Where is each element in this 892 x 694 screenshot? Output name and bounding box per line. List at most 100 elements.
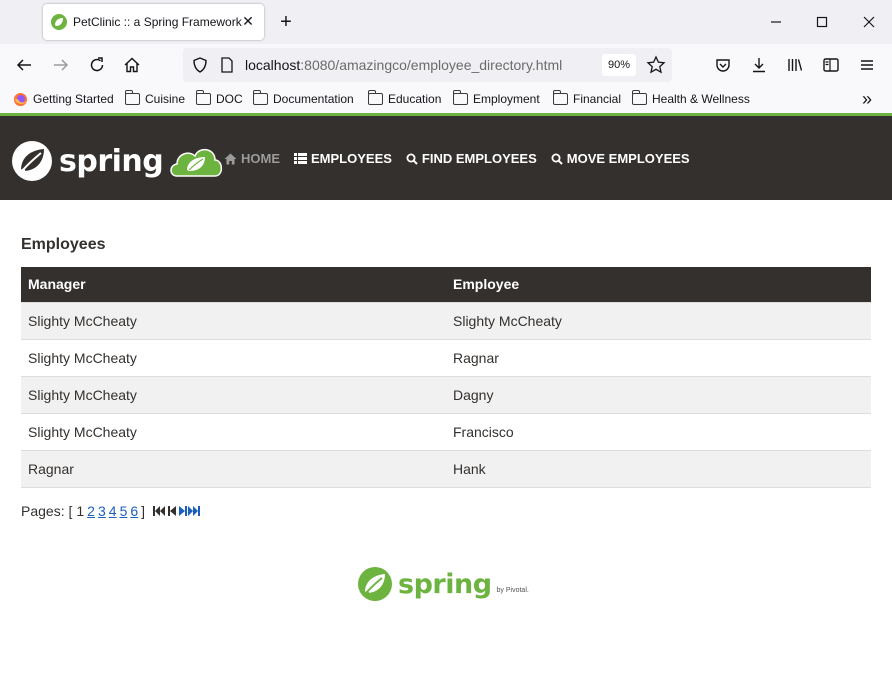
bookmark-label: Financial <box>573 92 622 106</box>
bookmark-documentation[interactable]: Documentation <box>253 90 354 108</box>
firefox-icon <box>13 92 28 107</box>
folder-icon <box>453 90 468 105</box>
search-icon <box>551 153 563 165</box>
folder-icon <box>253 90 268 105</box>
tab-close-icon[interactable]: ✕ <box>240 13 256 29</box>
url-bar[interactable]: localhost:8080/amazingco/employee_direct… <box>183 48 672 82</box>
bookmark-employment[interactable]: Employment <box>453 90 540 108</box>
bookmark-getting-started[interactable]: Getting Started <box>13 90 114 108</box>
home-icon <box>224 153 237 165</box>
shield-icon[interactable] <box>191 56 209 79</box>
url-host: localhost <box>245 57 301 73</box>
table-row: Ragnar Hank <box>21 449 871 488</box>
browser-navbar: localhost:8080/amazingco/employee_direct… <box>0 44 892 86</box>
bookmark-label: Documentation <box>273 92 354 106</box>
table-row: Slighty McCheaty Ragnar <box>21 338 871 376</box>
manager-cell: Slighty McCheaty <box>21 338 446 376</box>
bookmark-label: Employment <box>473 92 540 106</box>
employee-cell: Hank <box>446 449 871 488</box>
manager-cell: Slighty McCheaty <box>21 412 446 450</box>
brand-wordmark: spring <box>59 143 164 179</box>
employee-cell: Slighty McCheaty <box>446 301 871 339</box>
next-page-icon[interactable] <box>178 505 188 517</box>
library-icon[interactable] <box>785 55 805 75</box>
footer-wordmark: spring <box>398 568 492 600</box>
bookmark-education[interactable]: Education <box>368 90 441 108</box>
last-page-icon[interactable] <box>188 505 202 517</box>
prev-page-icon <box>168 505 177 517</box>
minimize-icon[interactable] <box>766 12 786 32</box>
table-row: Slighty McCheaty Slighty McCheaty <box>21 301 871 339</box>
menu-home[interactable]: HOME <box>224 151 280 166</box>
folder-icon <box>553 90 568 105</box>
list-icon <box>294 153 307 164</box>
bookmark-financial[interactable]: Financial <box>553 90 621 108</box>
spring-leaf-icon <box>357 566 393 602</box>
employees-table: Manager Employee Slighty McCheaty Slight… <box>21 267 871 488</box>
forward-arrow-icon[interactable] <box>51 55 71 75</box>
manager-cell: Slighty McCheaty <box>21 301 446 339</box>
pocket-icon[interactable] <box>713 55 733 75</box>
bookmarks-toolbar: Getting Started Cuisine DOC Documentatio… <box>0 86 892 113</box>
downloads-icon[interactable] <box>749 55 769 75</box>
maximize-icon[interactable] <box>812 12 832 32</box>
first-page-icon <box>153 505 167 517</box>
bookmark-label: Education <box>388 92 442 106</box>
menu-employees-label: EMPLOYEES <box>311 151 392 166</box>
column-header-employee: Employee <box>446 267 871 302</box>
bookmark-label: Getting Started <box>33 92 114 106</box>
reload-icon[interactable] <box>87 55 107 75</box>
table-row: Slighty McCheaty Francisco <box>21 412 871 450</box>
page-link-4[interactable]: 4 <box>109 503 117 519</box>
back-arrow-icon[interactable] <box>14 55 34 75</box>
table-row: Slighty McCheaty Dagny <box>21 375 871 413</box>
bookmark-label: Cuisine <box>145 92 186 106</box>
employee-cell: Ragnar <box>446 338 871 376</box>
menu-home-label: HOME <box>241 151 280 166</box>
search-icon <box>406 153 418 165</box>
menu-find-employees[interactable]: FIND EMPLOYEES <box>406 151 537 166</box>
folder-icon <box>125 90 140 105</box>
manager-cell: Slighty McCheaty <box>21 375 446 413</box>
bookmark-cuisine[interactable]: Cuisine <box>125 90 185 108</box>
bookmark-star-icon[interactable] <box>646 55 666 80</box>
manager-cell: Ragnar <box>21 449 446 488</box>
close-window-icon[interactable] <box>859 12 879 32</box>
menu-move-label: MOVE EMPLOYEES <box>566 151 690 166</box>
spring-favicon-icon <box>51 14 67 30</box>
browser-titlebar: PetClinic :: a Spring Framework demonstr… <box>0 0 892 44</box>
tab-title: PetClinic :: a Spring Framework demonstr… <box>73 15 245 29</box>
footer-spring-logo: spring by Pivotal. <box>357 566 529 602</box>
employee-cell: Francisco <box>446 412 871 450</box>
footer-by-pivotal: by Pivotal. <box>496 586 529 594</box>
browser-tab[interactable]: PetClinic :: a Spring Framework demonstr… <box>43 4 264 40</box>
bookmark-label: Health & Wellness <box>652 92 750 106</box>
page-link-2[interactable]: 2 <box>87 503 95 519</box>
menu-move-employees[interactable]: MOVE EMPLOYEES <box>551 151 690 166</box>
column-header-manager: Manager <box>21 267 446 302</box>
page-icon[interactable] <box>220 57 234 78</box>
spring-logo[interactable]: spring <box>11 140 225 182</box>
pages-close-bracket: ] <box>141 503 146 519</box>
menu-employees[interactable]: EMPLOYEES <box>294 151 392 166</box>
url-path: :8080/amazingco/employee_directory.html <box>300 57 563 73</box>
main-menu: HOME EMPLOYEES FIND EMPLOYEES MOVE EMPLO… <box>224 151 704 166</box>
sidebar-icon[interactable] <box>821 55 841 75</box>
bookmark-doc[interactable]: DOC <box>196 90 243 108</box>
page-link-6[interactable]: 6 <box>130 503 138 519</box>
url-text[interactable]: localhost:8080/amazingco/employee_direct… <box>245 57 562 73</box>
home-icon[interactable] <box>122 55 142 75</box>
page-link-3[interactable]: 3 <box>98 503 106 519</box>
bookmark-label: DOC <box>216 92 243 106</box>
table-header-row: Manager Employee <box>21 267 871 302</box>
pages-label: Pages: [ <box>21 503 73 519</box>
new-tab-button[interactable]: + <box>276 12 296 32</box>
zoom-badge[interactable]: 90% <box>602 54 637 76</box>
menu-hamburger-icon[interactable] <box>857 55 877 75</box>
site-header: spring HOME EMPLOYEES FIND EMPLOYEES MOV… <box>0 116 892 200</box>
pagination: Pages: [ 1 2 3 4 5 6 ] <box>21 503 203 519</box>
bookmark-health-wellness[interactable]: Health & Wellness <box>632 90 750 108</box>
bookmarks-overflow-icon[interactable]: » <box>862 89 872 109</box>
folder-icon <box>368 90 383 105</box>
page-link-5[interactable]: 5 <box>120 503 128 519</box>
